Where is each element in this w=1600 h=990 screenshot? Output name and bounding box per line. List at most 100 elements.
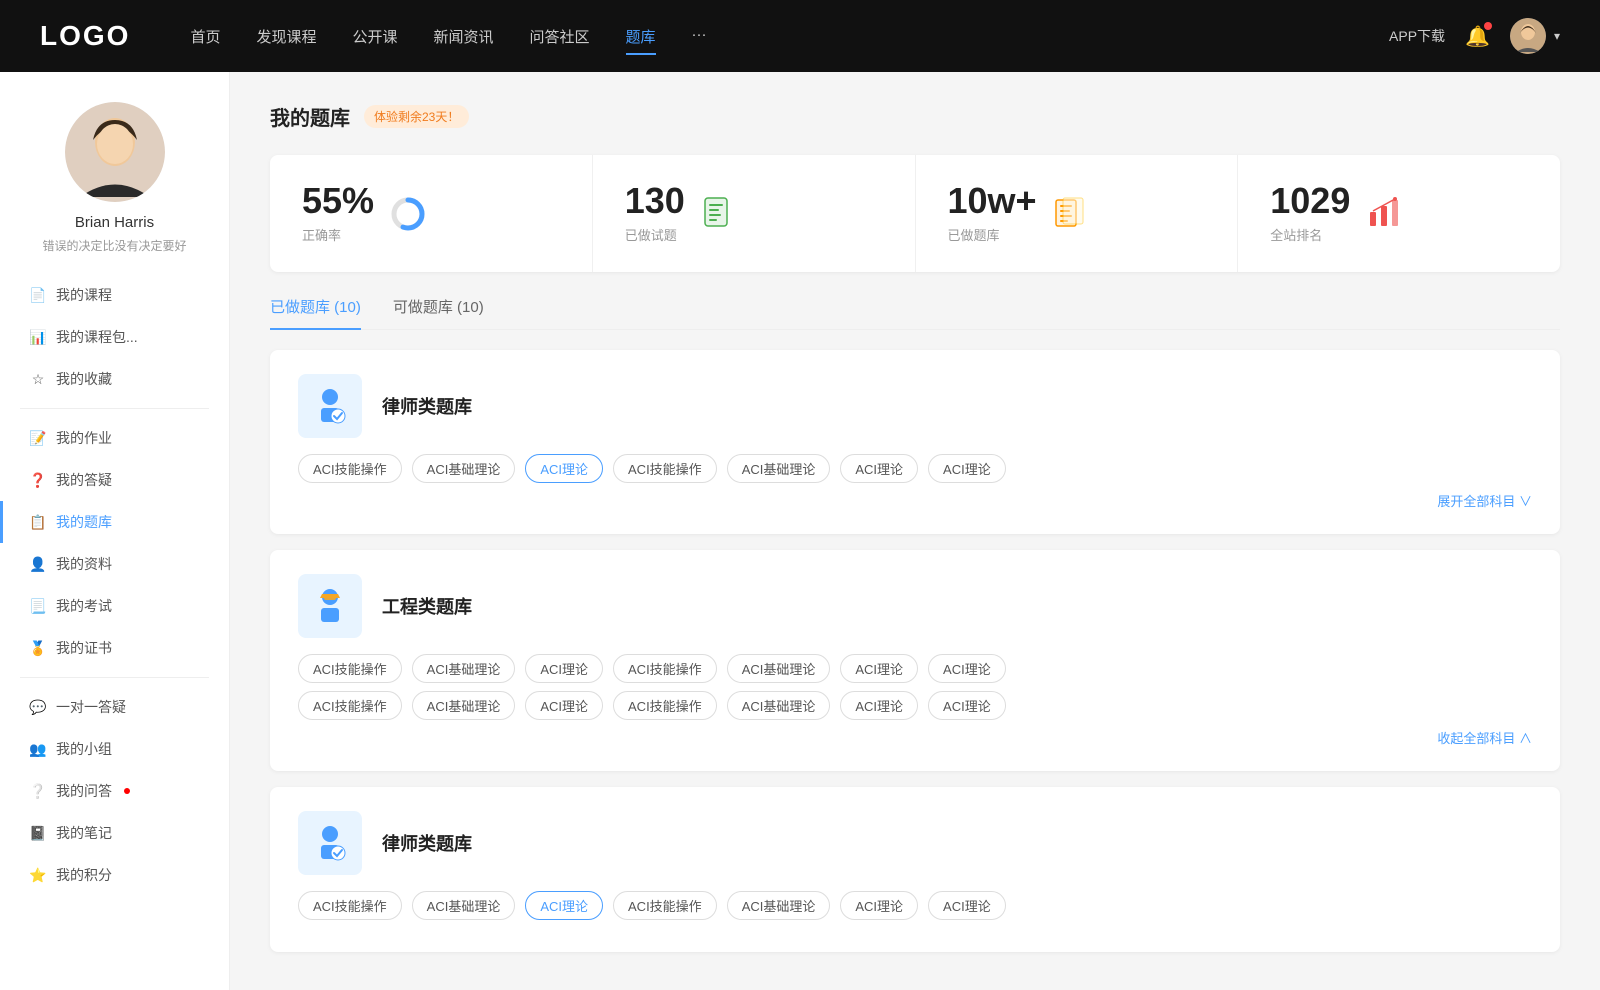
user-avatar-wrap[interactable]: ▾ bbox=[1510, 18, 1560, 54]
sidebar-item-qbank[interactable]: 📋 我的题库 bbox=[0, 501, 229, 543]
sidebar-label-qbank: 我的题库 bbox=[56, 512, 112, 532]
qbank-name-lawyer-2: 律师类题库 bbox=[382, 830, 472, 856]
stat-done-questions: 130 已做试题 bbox=[593, 155, 916, 272]
tag-eng-2-3[interactable]: ACI理论 bbox=[525, 691, 603, 720]
sidebar-label-oneone: 一对一答疑 bbox=[56, 697, 126, 717]
collapse-link-engineer[interactable]: 收起全部科目 ∧ bbox=[298, 728, 1532, 747]
tag-eng-1-7[interactable]: ACI理论 bbox=[928, 654, 1006, 683]
doc-icon: 📄 bbox=[30, 287, 46, 303]
tag-eng-1-3[interactable]: ACI理论 bbox=[525, 654, 603, 683]
sidebar-label-cert: 我的证书 bbox=[56, 638, 112, 658]
tab-done[interactable]: 已做题库 (10) bbox=[270, 296, 361, 329]
tags-row-engineer-2: ACI技能操作 ACI基础理论 ACI理论 ACI技能操作 ACI基础理论 AC… bbox=[298, 691, 1532, 720]
logo[interactable]: LOGO bbox=[40, 20, 130, 52]
sidebar-item-homework[interactable]: 📝 我的作业 bbox=[0, 417, 229, 459]
tag-lawyer-2-2[interactable]: ACI基础理论 bbox=[412, 891, 516, 920]
question-icon: ❓ bbox=[30, 472, 46, 488]
avatar bbox=[1510, 18, 1546, 54]
qbank-icon: 📋 bbox=[30, 514, 46, 530]
group-icon: 👥 bbox=[30, 741, 46, 757]
sidebar-item-question[interactable]: ❓ 我的答疑 bbox=[0, 459, 229, 501]
qbank-header-lawyer-1: 律师类题库 bbox=[298, 374, 1532, 438]
sidebar-item-note[interactable]: 📓 我的笔记 bbox=[0, 812, 229, 854]
tag-lawyer-1-2[interactable]: ACI基础理论 bbox=[412, 454, 516, 483]
divider-2 bbox=[20, 677, 209, 678]
myqa-dot bbox=[124, 788, 130, 794]
nav-home[interactable]: 首页 bbox=[190, 22, 220, 51]
stat-rank: 1029 全站排名 bbox=[1238, 155, 1560, 272]
tag-eng-2-6[interactable]: ACI理论 bbox=[840, 691, 918, 720]
app-download-link[interactable]: APP下载 bbox=[1389, 26, 1445, 46]
tag-eng-1-4[interactable]: ACI技能操作 bbox=[613, 654, 717, 683]
stats-bar: 55% 正确率 130 已做试题 bbox=[270, 155, 1560, 272]
sidebar-item-collect[interactable]: ☆ 我的收藏 bbox=[0, 358, 229, 400]
sidebar-item-score[interactable]: ⭐ 我的积分 bbox=[0, 854, 229, 896]
sidebar-label-myqa: 我的问答 bbox=[56, 781, 112, 801]
main-content: 我的题库 体验剩余23天！ 55% 正确率 bbox=[230, 72, 1600, 990]
tag-eng-1-6[interactable]: ACI理论 bbox=[840, 654, 918, 683]
nav-qa[interactable]: 问答社区 bbox=[530, 22, 590, 51]
sidebar-item-group[interactable]: 👥 我的小组 bbox=[0, 728, 229, 770]
qbank-name-engineer: 工程类题库 bbox=[382, 593, 472, 619]
sidebar-item-oneone[interactable]: 💬 一对一答疑 bbox=[0, 686, 229, 728]
tag-eng-2-1[interactable]: ACI技能操作 bbox=[298, 691, 402, 720]
tag-lawyer-1-4[interactable]: ACI技能操作 bbox=[613, 454, 717, 483]
stat-done-banks-value: 10w+ bbox=[948, 183, 1037, 219]
tags-row-engineer-1: ACI技能操作 ACI基础理论 ACI理论 ACI技能操作 ACI基础理论 AC… bbox=[298, 654, 1532, 683]
nav-qbank[interactable]: 题库 bbox=[626, 22, 656, 51]
stat-rank-value: 1029 bbox=[1270, 183, 1350, 219]
tag-eng-2-4[interactable]: ACI技能操作 bbox=[613, 691, 717, 720]
profile-icon: 👤 bbox=[30, 556, 46, 572]
stat-done-banks: 10w+ 已做题库 bbox=[916, 155, 1239, 272]
tag-lawyer-2-4[interactable]: ACI技能操作 bbox=[613, 891, 717, 920]
nav-discover[interactable]: 发现课程 bbox=[256, 22, 316, 51]
lawyer-icon-2 bbox=[298, 811, 362, 875]
nav-open[interactable]: 公开课 bbox=[352, 22, 397, 51]
nav: 首页 发现课程 公开课 新闻资讯 问答社区 题库 ··· bbox=[190, 22, 1349, 51]
stat-rank-main: 1029 全站排名 bbox=[1270, 183, 1350, 244]
tab-todo[interactable]: 可做题库 (10) bbox=[393, 296, 484, 329]
tag-eng-1-5[interactable]: ACI基础理论 bbox=[727, 654, 831, 683]
sidebar-item-exam[interactable]: 📃 我的考试 bbox=[0, 585, 229, 627]
sidebar-item-cert[interactable]: 🏅 我的证书 bbox=[0, 627, 229, 669]
sidebar-label-package: 我的课程包... bbox=[56, 327, 138, 347]
tag-lawyer-1-1[interactable]: ACI技能操作 bbox=[298, 454, 402, 483]
sidebar-item-package[interactable]: 📊 我的课程包... bbox=[0, 316, 229, 358]
sidebar-item-myqa[interactable]: ❔ 我的问答 bbox=[0, 770, 229, 812]
stat-done-questions-value: 130 bbox=[625, 183, 685, 219]
nav-news[interactable]: 新闻资讯 bbox=[434, 22, 494, 51]
chevron-down-icon: ▾ bbox=[1554, 29, 1560, 43]
tag-lawyer-1-3[interactable]: ACI理论 bbox=[525, 454, 603, 483]
myqa-icon: ❔ bbox=[30, 783, 46, 799]
tag-eng-2-2[interactable]: ACI基础理论 bbox=[412, 691, 516, 720]
nav-more[interactable]: ··· bbox=[692, 22, 707, 51]
tag-lawyer-2-1[interactable]: ACI技能操作 bbox=[298, 891, 402, 920]
qbank-card-lawyer-1: 律师类题库 ACI技能操作 ACI基础理论 ACI理论 ACI技能操作 ACI基… bbox=[270, 350, 1560, 534]
donut-icon bbox=[388, 194, 428, 234]
divider-1 bbox=[20, 408, 209, 409]
tag-lawyer-1-7[interactable]: ACI理论 bbox=[928, 454, 1006, 483]
tabs: 已做题库 (10) 可做题库 (10) bbox=[270, 296, 1560, 330]
tag-lawyer-1-6[interactable]: ACI理论 bbox=[840, 454, 918, 483]
tag-eng-2-7[interactable]: ACI理论 bbox=[928, 691, 1006, 720]
tag-lawyer-2-5[interactable]: ACI基础理论 bbox=[727, 891, 831, 920]
tag-eng-2-5[interactable]: ACI基础理论 bbox=[727, 691, 831, 720]
tag-lawyer-2-7[interactable]: ACI理论 bbox=[928, 891, 1006, 920]
tag-lawyer-2-3[interactable]: ACI理论 bbox=[525, 891, 603, 920]
notification-bell[interactable]: 🔔 bbox=[1465, 24, 1490, 49]
tag-lawyer-1-5[interactable]: ACI基础理论 bbox=[727, 454, 831, 483]
lawyer-icon-1 bbox=[298, 374, 362, 438]
sidebar-label-score: 我的积分 bbox=[56, 865, 112, 885]
expand-link-lawyer-1[interactable]: 展开全部科目 ∨ bbox=[298, 491, 1532, 510]
tag-eng-1-1[interactable]: ACI技能操作 bbox=[298, 654, 402, 683]
tag-lawyer-2-6[interactable]: ACI理论 bbox=[840, 891, 918, 920]
note-icon: 📓 bbox=[30, 825, 46, 841]
sidebar-label-group: 我的小组 bbox=[56, 739, 112, 759]
profile-motto: 错误的决定比没有决定要好 bbox=[42, 237, 186, 254]
sidebar-item-profile[interactable]: 👤 我的资料 bbox=[0, 543, 229, 585]
tags-row-lawyer-2: ACI技能操作 ACI基础理论 ACI理论 ACI技能操作 ACI基础理论 AC… bbox=[298, 891, 1532, 920]
sidebar-item-course[interactable]: 📄 我的课程 bbox=[0, 274, 229, 316]
tag-eng-1-2[interactable]: ACI基础理论 bbox=[412, 654, 516, 683]
sidebar: Brian Harris 错误的决定比没有决定要好 📄 我的课程 📊 我的课程包… bbox=[0, 72, 230, 990]
qbank-card-engineer: 工程类题库 ACI技能操作 ACI基础理论 ACI理论 ACI技能操作 ACI基… bbox=[270, 550, 1560, 771]
